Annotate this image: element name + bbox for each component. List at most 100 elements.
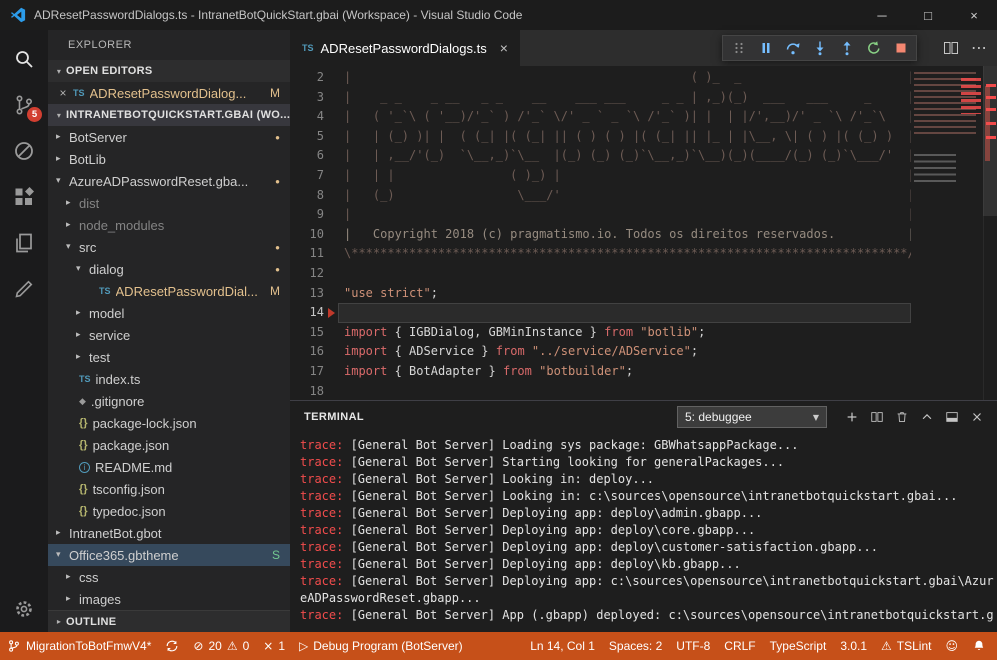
twisty-icon[interactable]: ▸	[56, 132, 69, 142]
tree-item-index-ts[interactable]: TSindex.ts	[48, 368, 290, 390]
minimap[interactable]	[911, 66, 983, 400]
outline-header[interactable]: ▸ OUTLINE	[48, 610, 290, 632]
tree-item-botlib[interactable]: ▸BotLib	[48, 148, 290, 170]
debug-status-item[interactable]: ▷ Debug Program (BotServer)	[292, 632, 470, 660]
twisty-icon[interactable]: ▸	[56, 154, 69, 164]
twisty-icon[interactable]: ▸	[76, 352, 89, 362]
tree-item-azureadpasswordreset-gba-[interactable]: ▾AzureADPasswordReset.gba...●	[48, 170, 290, 192]
code-line-15[interactable]: 15import { IGBDialog, GBMinInstance } fr…	[290, 323, 911, 343]
code-line-5[interactable]: 5| | (_) )| | ( (_| |( (_| || ( ) ( ) |(…	[290, 127, 911, 147]
stop-button[interactable]	[887, 36, 914, 60]
close-panel-button[interactable]	[964, 405, 989, 429]
kill-terminal-button[interactable]	[889, 405, 914, 429]
overview-ruler[interactable]	[983, 66, 997, 400]
explorer-activity-button[interactable]	[0, 220, 48, 266]
tree-item-css[interactable]: ▸css	[48, 566, 290, 588]
tree-item-model[interactable]: ▸model	[48, 302, 290, 324]
tab-close-icon[interactable]: ×	[500, 40, 508, 56]
eol-item[interactable]: CRLF	[717, 632, 762, 660]
tree-item-readme-md[interactable]: iREADME.md	[48, 456, 290, 478]
tab-adresetpassworddialogs[interactable]: TS ADResetPasswordDialogs.ts ×	[290, 30, 520, 66]
tree-item-src[interactable]: ▾src●	[48, 236, 290, 258]
step-into-button[interactable]	[806, 36, 833, 60]
search-activity-button[interactable]	[0, 36, 48, 82]
tree-item--gitignore[interactable]: ◆.gitignore	[48, 390, 290, 412]
tree-item-dialog[interactable]: ▾dialog●	[48, 258, 290, 280]
close-window-button[interactable]: ×	[951, 0, 997, 30]
split-terminal-button[interactable]	[864, 405, 889, 429]
feedback-item[interactable]: ☺	[938, 632, 965, 660]
twisty-icon[interactable]: ▸	[76, 308, 89, 318]
code-line-9[interactable]: 9| |	[290, 205, 911, 225]
code-line-18[interactable]: 18	[290, 382, 911, 401]
code-line-10[interactable]: 10| Copyright 2018 (c) pragmatismo.io. T…	[290, 225, 911, 245]
debug-activity-button[interactable]	[0, 128, 48, 174]
split-editor-button[interactable]	[937, 35, 965, 61]
open-editors-header[interactable]: ▾ OPEN EDITORS	[48, 60, 290, 82]
open-editor-item[interactable]: × TS ADResetPasswordDialog... M	[48, 82, 290, 104]
code-line-16[interactable]: 16import { ADService } from "../service/…	[290, 342, 911, 362]
pause-button[interactable]	[752, 36, 779, 60]
language-mode-item[interactable]: TypeScript	[763, 632, 834, 660]
tree-item-images[interactable]: ▸images	[48, 588, 290, 610]
tree-item-test[interactable]: ▸test	[48, 346, 290, 368]
minimize-button[interactable]: ─	[859, 0, 905, 30]
code-line-6[interactable]: 6| | ,__/'(_) `\__,_)`\__ |(_) (_) (_)`\…	[290, 146, 911, 166]
terminal-select[interactable]: 5: debuggee ▼	[677, 406, 827, 428]
problems-item[interactable]: ⊘ 20 ⚠ 0	[186, 632, 256, 660]
twisty-icon[interactable]: ▸	[56, 528, 69, 538]
ts-version-item[interactable]: 3.0.1	[833, 632, 874, 660]
maximize-button[interactable]: □	[905, 0, 951, 30]
tree-item-botserver[interactable]: ▸BotServer●	[48, 126, 290, 148]
twisty-icon[interactable]: ▸	[66, 198, 79, 208]
indentation-item[interactable]: Spaces: 2	[602, 632, 669, 660]
twisty-icon[interactable]: ▾	[56, 550, 69, 560]
tree-item-office365-gbtheme[interactable]: ▾Office365.gbthemeS	[48, 544, 290, 566]
code-line-4[interactable]: 4| ( '_`\ ( '__)/'_` ) /'_` \/' _ ` _ `\…	[290, 107, 911, 127]
extensions-activity-button[interactable]	[0, 174, 48, 220]
twisty-icon[interactable]: ▾	[66, 242, 79, 252]
terminal-tab[interactable]: TERMINAL	[304, 411, 364, 423]
restart-button[interactable]	[860, 36, 887, 60]
toggle-panel-button[interactable]	[939, 405, 964, 429]
encoding-item[interactable]: UTF-8	[669, 632, 717, 660]
twisty-icon[interactable]: ▸	[66, 594, 79, 604]
code-line-7[interactable]: 7| | | ( )_) | |	[290, 166, 911, 186]
tree-item-node-modules[interactable]: ▸node_modules	[48, 214, 290, 236]
notifications-item[interactable]	[965, 632, 993, 660]
tree-item-intranetbot-gbot[interactable]: ▸IntranetBot.gbot	[48, 522, 290, 544]
tree-item-tsconfig-json[interactable]: {}tsconfig.json	[48, 478, 290, 500]
tree-item-package-lock-json[interactable]: {}package-lock.json	[48, 412, 290, 434]
tree-item-package-json[interactable]: {}package.json	[48, 434, 290, 456]
code-line-17[interactable]: 17import { BotAdapter } from "botbuilder…	[290, 362, 911, 382]
tslint-item[interactable]: ⚠ TSLint	[874, 632, 938, 660]
twisty-icon[interactable]: ▾	[76, 264, 89, 274]
tree-item-dist[interactable]: ▸dist	[48, 192, 290, 214]
source-control-activity-button[interactable]: 5	[0, 82, 48, 128]
code-line-14[interactable]: 14	[290, 303, 911, 323]
new-terminal-button[interactable]	[839, 405, 864, 429]
toolbar-drag-handle[interactable]	[725, 36, 752, 60]
git-branch-item[interactable]: MigrationToBotFmwV4*	[0, 632, 158, 660]
code-line-12[interactable]: 12	[290, 264, 911, 284]
maximize-panel-button[interactable]	[914, 405, 939, 429]
code-line-3[interactable]: 3| _ _ _ __ _ _ __ ___ ___ _ _ | ,_)(_) …	[290, 88, 911, 108]
twisty-icon[interactable]: ▾	[56, 176, 69, 186]
twisty-icon[interactable]: ▸	[66, 572, 79, 582]
step-over-button[interactable]	[779, 36, 806, 60]
more-actions-button[interactable]: ⋯	[965, 35, 993, 61]
terminal-output[interactable]: trace: [General Bot Server] Loading sys …	[290, 433, 997, 632]
settings-gear-button[interactable]	[0, 586, 48, 632]
extra-counter-item[interactable]: × 1	[256, 632, 292, 660]
sync-item[interactable]	[158, 632, 186, 660]
workspace-header[interactable]: ▾ INTRANETBOTQUICKSTART.GBAI (WO...	[48, 104, 290, 126]
code-line-11[interactable]: 11\*************************************…	[290, 244, 911, 264]
cursor-position-item[interactable]: Ln 14, Col 1	[523, 632, 602, 660]
code-editor[interactable]: 2| ( )_ _ |3| _ _ _ __ _ _ __ ___ ___ _ …	[290, 66, 997, 400]
tree-item-service[interactable]: ▸service	[48, 324, 290, 346]
twisty-icon[interactable]: ▸	[76, 330, 89, 340]
step-out-button[interactable]	[833, 36, 860, 60]
code-line-13[interactable]: 13"use strict";	[290, 284, 911, 304]
edit-activity-button[interactable]	[0, 266, 48, 312]
code-line-2[interactable]: 2| ( )_ _ |	[290, 68, 911, 88]
